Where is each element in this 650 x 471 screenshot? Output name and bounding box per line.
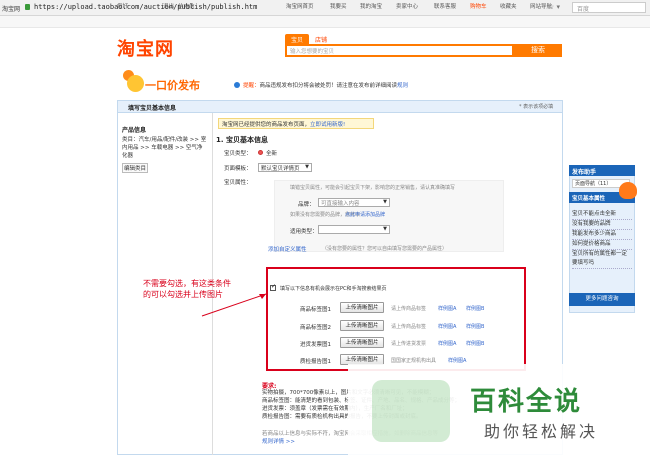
info-icon: [234, 82, 240, 88]
goods-type-label: 适用类型：: [290, 229, 318, 235]
category-title: 产品信息: [122, 127, 147, 134]
browser-search-input[interactable]: 百度: [572, 2, 646, 13]
upload-button[interactable]: 上传清晰图片: [340, 337, 384, 348]
page-template-label: 页面模板：: [224, 166, 252, 172]
watermark-title: 百科全说: [470, 387, 583, 417]
brand-input[interactable]: 可直接输入内容 ▼: [318, 198, 390, 207]
mascot-icon: [619, 182, 637, 199]
assistant-item[interactable]: 宝贝所有的属性都一定要填写吗: [572, 250, 632, 269]
upload-hint: 请上传商品标签: [391, 324, 427, 330]
topbar-link-home[interactable]: 淘宝网首页: [286, 2, 314, 10]
publish-icon: [127, 75, 144, 92]
assistant-item[interactable]: 宝贝不能点击全新: [572, 210, 632, 220]
upload-label: 商品标签图1: [300, 307, 331, 313]
topbar-link-mytaobao[interactable]: 我的淘宝: [360, 2, 382, 10]
messages-link[interactable]: 站内信: [178, 2, 195, 10]
sample-link-a[interactable]: 样例图A: [448, 357, 466, 364]
upload-label: 商品标签图2: [300, 325, 331, 331]
upload-hint: 国国家正规机构出具: [391, 358, 437, 364]
checkbox-label: 填写以下信息有机会展示在PC和手淘搜索结果页: [280, 286, 387, 292]
add-custom-hint: （没有您要的属性？您可以自由填写您需要的产品属性）: [322, 246, 448, 252]
topbar-link-sitenav[interactable]: 网站导航: [530, 2, 552, 10]
type-value: 全新: [266, 151, 278, 157]
sample-link-b[interactable]: 样例图B: [466, 340, 484, 347]
assistant-item[interactable]: 我能发布多少商品: [572, 230, 632, 240]
notice-prefix: 提醒：: [243, 83, 260, 89]
category-path: 类目：汽车/用品/配件/改装 >> 室内用品 >> 车载电器 >> 空气净化器: [122, 137, 207, 159]
type-radio-new[interactable]: [258, 150, 263, 155]
annotation-highlight-box: [266, 267, 526, 371]
sample-link-a[interactable]: 样例图A: [438, 323, 456, 330]
notice-rule-link[interactable]: 规则: [397, 83, 408, 89]
add-custom-attr-link[interactable]: 添加自定义属性: [268, 245, 307, 253]
brand-placeholder: 可直接输入内容: [321, 201, 360, 207]
assistant-title: 发布助手: [569, 165, 635, 176]
assistant-item[interactable]: 没有我要的品牌: [572, 220, 632, 230]
upload-label: 进货发票图1: [300, 342, 331, 348]
logout-link[interactable]: 退出: [163, 2, 174, 10]
search-input[interactable]: 输入您想要的宝贝: [285, 44, 514, 57]
upload-hint: 请上传商品标签: [391, 306, 427, 312]
taobao-logo[interactable]: 淘宝网: [117, 35, 174, 61]
panel-header: [118, 101, 562, 113]
annotation-arrow: [201, 293, 267, 317]
upload-button[interactable]: 上传清晰图片: [340, 302, 384, 313]
goods-type-select[interactable]: ▼: [318, 225, 390, 234]
brand-label: 品牌：: [298, 202, 315, 208]
sample-link-a[interactable]: 样例图A: [438, 340, 456, 347]
topbar-link-seller[interactable]: 卖家中心: [396, 2, 418, 10]
add-brand-link[interactable]: 点此申请添加品牌: [345, 211, 385, 218]
browser-site-label: 淘宝网: [2, 6, 21, 13]
sample-link-a[interactable]: 样例图A: [438, 305, 456, 312]
topbar-link-buy[interactable]: 我要买: [330, 2, 347, 10]
new-version-notice: 淘宝网已经提供您的商品发布页面，立即试用新版!: [218, 118, 374, 129]
watermark-logo: [372, 380, 450, 442]
type-label: 宝贝类型：: [224, 151, 252, 157]
new-version-text: 淘宝网已经提供您的商品发布页面，: [222, 122, 311, 128]
search-button[interactable]: 搜索: [514, 44, 562, 57]
chevron-down-icon: ▼: [383, 226, 387, 232]
site-topbar: [0, 16, 650, 28]
sample-link-b[interactable]: 样例图B: [466, 305, 484, 312]
panel-title: 填写宝贝基本信息: [128, 105, 177, 112]
chevron-down-icon: ▼: [383, 199, 387, 205]
lock-icon: [25, 4, 30, 10]
edit-category-button[interactable]: 编辑类目: [122, 163, 149, 173]
required-note: * 表示该项必填: [519, 104, 554, 110]
sample-link-b[interactable]: 样例图B: [466, 323, 484, 330]
page-template-value: 默认宝贝详情页: [261, 166, 300, 172]
page-title: 一口价发布: [145, 79, 200, 92]
topbar-link-favorites[interactable]: 收藏夹: [500, 2, 517, 10]
watermark-subtitle: 助你轻松解决: [484, 422, 599, 441]
assistant-list: 宝贝不能点击全新 没有我要的品牌 我能发布多少商品 如何提价格商品 宝贝所有的属…: [572, 210, 632, 269]
topbar-link-cart[interactable]: 购物车: [470, 2, 487, 10]
assistant-item[interactable]: 如何提价格商品: [572, 240, 632, 250]
notice-text: 商品违规发布扣分将会被处罚！请注意在发布前详细阅读: [259, 83, 398, 89]
upload-button[interactable]: 上传清晰图片: [340, 320, 384, 331]
publish-notice: 提醒：商品违规发布扣分将会被处罚！请注意在发布前详细阅读规则: [243, 81, 408, 89]
new-version-link[interactable]: 立即试用新版!: [310, 122, 345, 128]
section-title: 1. 宝贝基本信息: [216, 136, 268, 144]
greeting: 您好: [117, 4, 129, 10]
more-questions-button[interactable]: 更多问题咨询: [569, 293, 635, 306]
topbar-link-service[interactable]: 联系客服: [434, 2, 456, 10]
address-bar[interactable]: https://upload.taobao.com/auction/publis…: [34, 3, 257, 11]
upload-label: 质检报告图1: [300, 359, 331, 365]
attrs-label: 宝贝属性：: [224, 180, 252, 186]
page-template-select[interactable]: 默认宝贝详情页 ▼: [258, 163, 312, 172]
upload-hint: 请上传进货发票: [391, 341, 427, 347]
chevron-down-icon: ▼: [305, 164, 309, 170]
attrs-hint: 填错宝贝属性，可能会引起宝贝下架，影响您的正常销售，请认真准确填写: [290, 185, 456, 191]
